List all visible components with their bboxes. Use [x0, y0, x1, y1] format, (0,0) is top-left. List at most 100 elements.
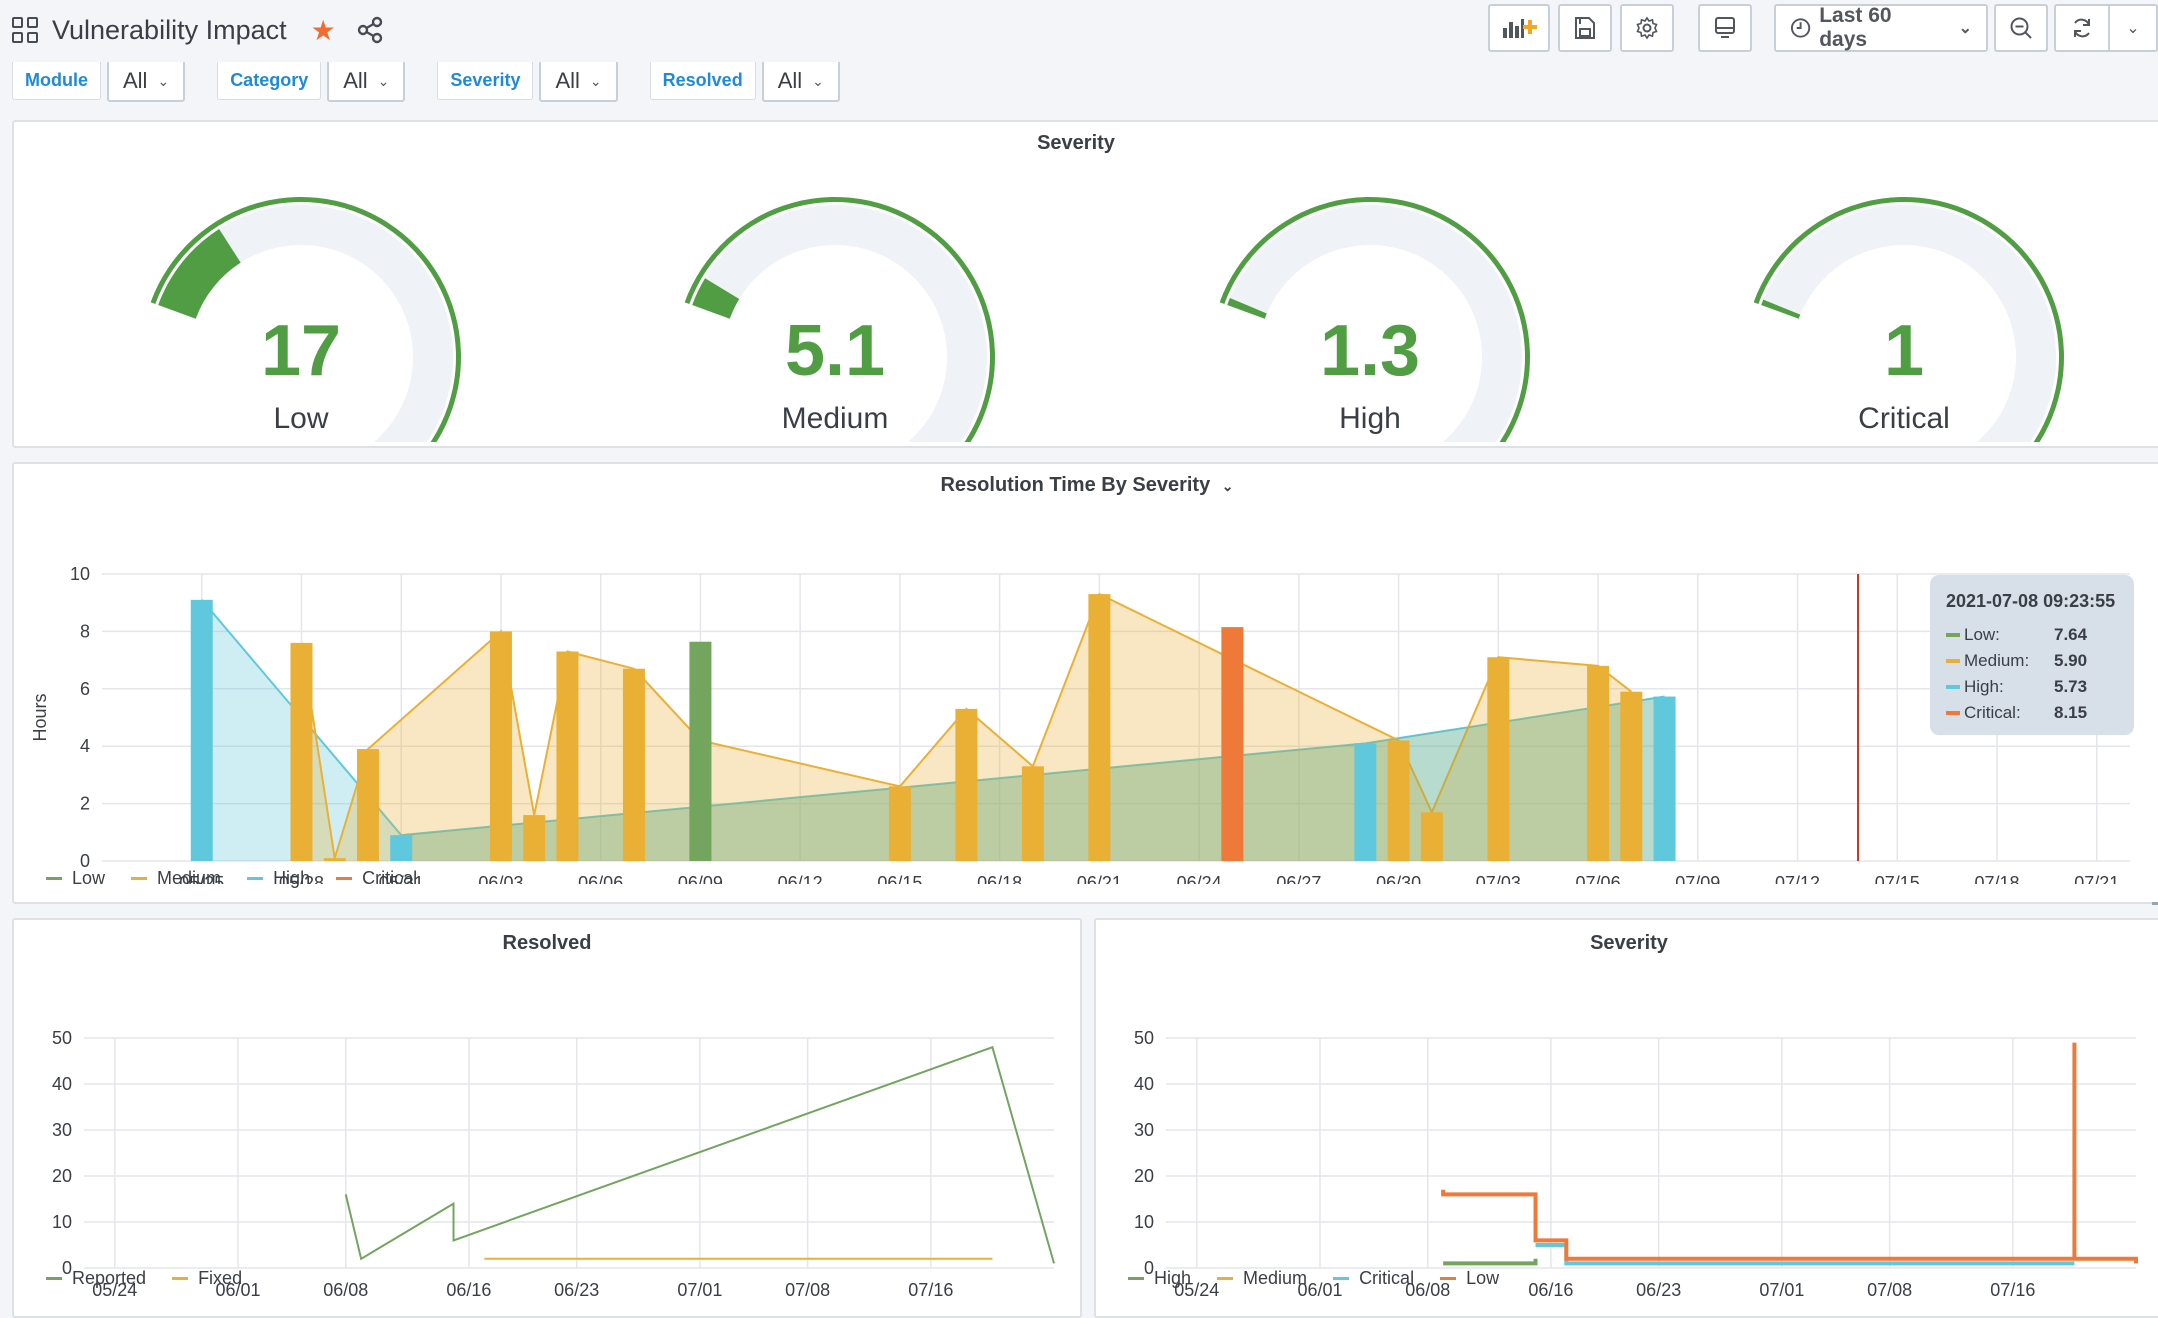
panel-title[interactable]: Resolved [14, 932, 1080, 955]
panel-title-group[interactable]: Resolution Time By Severity ⌄ [14, 474, 2158, 497]
legend-swatch [247, 877, 264, 880]
legend-item-high[interactable]: High [247, 868, 310, 889]
legend-swatch [131, 877, 148, 880]
bar-medium [622, 668, 645, 861]
gear-icon [1636, 16, 1658, 40]
x-tick-label: 06/16 [1528, 1280, 1573, 1296]
x-tick-label: 06/09 [678, 873, 723, 884]
legend-label: Low [1466, 1268, 1500, 1288]
title-group: Vulnerability Impact ★ [12, 10, 384, 50]
x-tick-label: 06/27 [1276, 873, 1321, 884]
bar-medium [1620, 691, 1643, 861]
legend-item-medium[interactable]: Medium [131, 868, 221, 889]
filter-category-select[interactable]: All ⌄ [327, 62, 406, 102]
tv-mode-button[interactable] [1698, 4, 1752, 52]
y-tick-label: 40 [52, 1074, 72, 1094]
apps-grid-icon[interactable] [12, 17, 38, 43]
legend-swatch [1128, 1277, 1144, 1280]
zoom-out-icon [2010, 17, 2032, 39]
zoom-out-button[interactable] [1994, 4, 2048, 52]
dashboard-header: Vulnerability Impact ★ Last 60 days ⌄ ⌄ [0, 0, 2158, 62]
panel-title[interactable]: Resolution Time By Severity [940, 474, 1210, 496]
monitor-icon [1715, 17, 1735, 38]
x-tick-label: 07/08 [785, 1280, 830, 1296]
legend-item-reported[interactable]: Reported [46, 1268, 146, 1289]
add-panel-button[interactable] [1488, 4, 1550, 52]
filter-resolved-value: All [777, 68, 803, 93]
x-tick-label: 07/15 [1875, 873, 1920, 884]
tooltip-row-critical: Critical: 8.15 [1946, 700, 2118, 726]
y-tick-label: 10 [70, 564, 90, 584]
legend-item-medium[interactable]: Medium [1217, 1268, 1307, 1289]
gauge-value: 1 [1883, 311, 1925, 391]
legend-swatch [336, 877, 353, 880]
x-tick-label: 06/23 [554, 1280, 599, 1296]
tooltip-series-value: 8.15 [2054, 703, 2088, 722]
bar-medium [323, 858, 346, 861]
resolved-panel: Resolved 0 10 20 30 40 50 05/24 06/01 06/08 06/16… [12, 918, 1082, 1318]
chart-legend: Low Medium High Critical [46, 868, 443, 889]
refresh-button-group: ⌄ [2054, 4, 2158, 52]
legend-item-critical[interactable]: Critical [1333, 1268, 1414, 1289]
legend-item-high[interactable]: High [1128, 1268, 1191, 1289]
legend-item-critical[interactable]: Critical [336, 868, 417, 889]
gauge-value: 1.3 [1319, 311, 1421, 391]
legend-item-low[interactable]: Low [46, 868, 105, 889]
share-icon[interactable] [356, 16, 384, 44]
legend-swatch [1946, 633, 1960, 637]
tooltip-row-high: High: 5.73 [1946, 674, 2118, 700]
bar-medium [1587, 665, 1610, 861]
dashboard-title[interactable]: Vulnerability Impact [52, 15, 287, 46]
time-range-picker[interactable]: Last 60 days ⌄ [1774, 4, 1988, 52]
legend-swatch [172, 1277, 189, 1280]
chevron-down-icon: ⌄ [589, 72, 602, 89]
severity-timeseries-chart[interactable]: 0102030405005/24 06/01 06/08 06/16 06/23 07/0… [1096, 966, 2158, 1296]
refresh-interval-dropdown[interactable]: ⌄ [2110, 6, 2156, 50]
legend-label: Medium [1243, 1268, 1308, 1288]
chevron-down-icon: ⌄ [2126, 20, 2140, 37]
gauge-critical: 1 Critical [1734, 182, 2074, 452]
gauge-label: Medium [781, 402, 889, 435]
filter-module-select[interactable]: All ⌄ [107, 62, 186, 102]
filter-resolved-select[interactable]: All ⌄ [761, 62, 840, 102]
tooltip-row-low: Low: 7.64 [1946, 622, 2118, 648]
tooltip-series-name: Low: [1964, 625, 2000, 644]
filter-severity-label: Severity [437, 62, 534, 100]
legend-label: Fixed [198, 1268, 243, 1288]
y-tick-label: 30 [1134, 1120, 1154, 1140]
filter-severity-select[interactable]: All ⌄ [539, 62, 618, 102]
tooltip-series-value: 5.73 [2054, 677, 2088, 696]
gauge-label: High [1339, 402, 1401, 435]
save-dashboard-button[interactable] [1558, 4, 1612, 52]
tooltip-series-name: High: [1964, 677, 2004, 696]
panel-title[interactable]: Severity [1096, 932, 2158, 955]
refresh-button[interactable] [2056, 6, 2110, 50]
panel-title[interactable]: Severity [14, 132, 2138, 155]
settings-button[interactable] [1620, 4, 1674, 52]
legend-item-fixed[interactable]: Fixed [172, 1268, 242, 1289]
x-tick-label: 07/06 [1576, 873, 1621, 884]
variable-filters: Module All ⌄ Category All ⌄ Severity All ⌄ … [12, 62, 872, 102]
time-range-label: Last 60 days [1819, 4, 1892, 51]
series-line-low [1441, 1042, 2138, 1264]
legend-item-low[interactable]: Low [1440, 1268, 1499, 1289]
chevron-down-icon: ⌄ [812, 72, 824, 89]
chevron-down-icon[interactable]: ⌄ [1222, 478, 1234, 494]
tooltip-series-value: 5.90 [2054, 651, 2088, 670]
x-tick-label: 06/18 [977, 873, 1022, 884]
x-tick-label: 07/01 [677, 1280, 722, 1296]
resolved-chart[interactable]: 0102030405005/24 06/01 06/08 06/16 06/23 07/0… [14, 966, 1080, 1296]
star-icon[interactable]: ★ [311, 14, 336, 47]
clock-icon [1790, 18, 1811, 38]
bar-medium [556, 651, 579, 861]
y-axis-label: Hours [30, 693, 50, 741]
legend-label: Critical [1359, 1268, 1415, 1288]
y-tick-label: 4 [80, 736, 90, 756]
filter-module-label: Module [12, 62, 101, 100]
bar-high [190, 599, 213, 861]
x-tick-label: 06/30 [1376, 873, 1421, 884]
bar-low [689, 641, 712, 861]
panel-resize-handle[interactable] [2152, 902, 2158, 905]
resolution-time-chart[interactable]: 024681005/25 05/28 05/31 06/03 06/06 06/09 06/… [14, 504, 2154, 884]
x-tick-label: 07/03 [1476, 873, 1521, 884]
